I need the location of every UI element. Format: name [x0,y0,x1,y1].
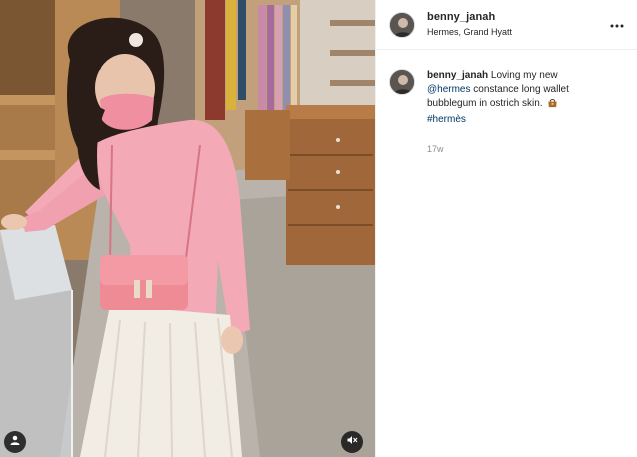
post-location[interactable]: Hermes, Grand Hyatt [427,25,512,40]
tag-people-button[interactable] [4,431,26,453]
mute-button[interactable] [341,431,363,453]
speaker-muted-icon [346,433,358,451]
post-video[interactable] [0,0,375,457]
more-horizontal-icon [610,15,624,33]
user-tag-icon [9,433,21,451]
instagram-post: benny_janah Hermes, Grand Hyatt benny_ja… [0,0,637,457]
avatar[interactable] [389,11,415,38]
post-timestamp[interactable]: 17w [427,142,597,156]
video-frame [0,0,375,457]
more-options-button[interactable] [607,14,627,34]
post-header: benny_janah Hermes, Grand Hyatt [376,0,637,50]
author-username[interactable]: benny_janah [427,10,512,25]
hashtag-link[interactable]: #hermès [427,114,466,125]
caption-comment: benny_janah Loving my new @hermes consta… [376,50,637,156]
caption-text-part-1: Loving my new [490,70,558,81]
caption-text: benny_janah Loving my new @hermes consta… [427,69,597,156]
caption-avatar[interactable] [389,69,415,95]
post-sidebar: benny_janah Hermes, Grand Hyatt benny_ja… [375,0,637,457]
purse-emoji [547,97,558,113]
caption-username[interactable]: benny_janah [427,70,488,81]
mention-link[interactable]: @hermes [427,84,471,95]
